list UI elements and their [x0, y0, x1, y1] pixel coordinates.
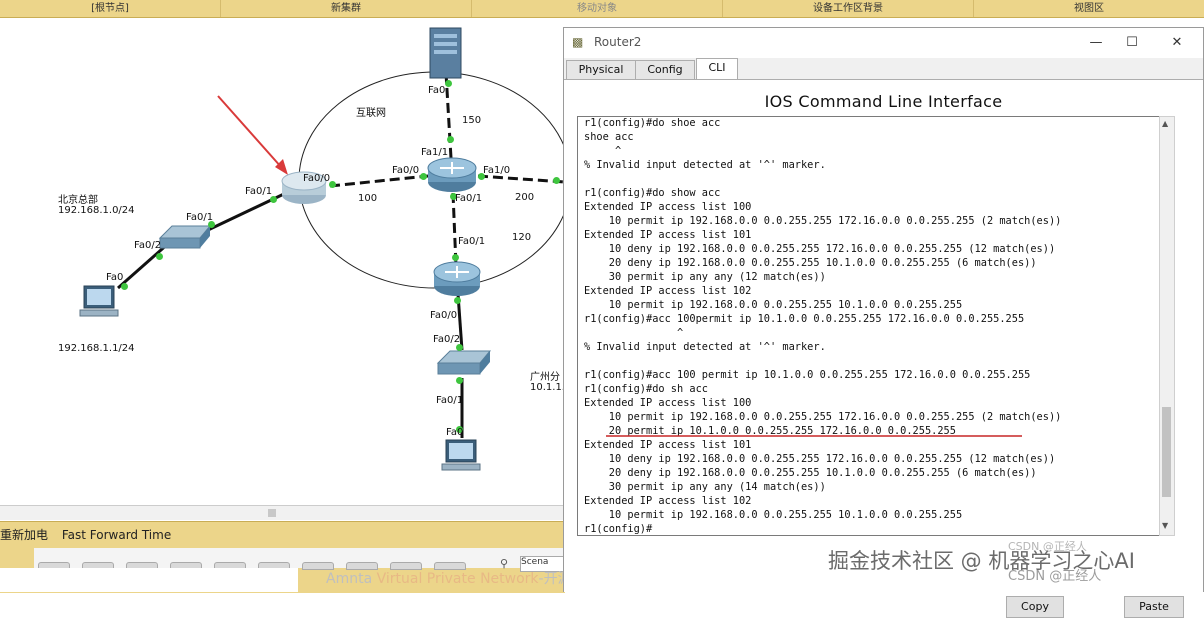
vpn-banner-a: Amnta [326, 571, 377, 587]
vpn-banner-b: Virtual Private Network [376, 571, 539, 587]
router2-window[interactable]: ▩ Router2 — ☐ ✕ Physical Config CLI IOS … [563, 27, 1204, 618]
power-cycle-button[interactable]: 重新加电 [0, 528, 48, 542]
port-label: Fa0 [106, 272, 124, 283]
port-label: Fa0/2 [433, 334, 461, 345]
server-icon [429, 27, 462, 79]
cli-heading: IOS Command Line Interface [764, 92, 1003, 111]
topology-drawing [79, 27, 565, 471]
annotation-arrow-line [217, 95, 283, 169]
port-label: Fa0/1 [436, 395, 464, 406]
link-light [420, 173, 427, 180]
window-title: Router2 [594, 35, 642, 49]
switch-gz-icon [436, 350, 492, 375]
port-label: Fa0/0 [392, 165, 420, 176]
port-label: Fa0/1 [186, 212, 214, 223]
link-light [156, 253, 163, 260]
device-type-tray [34, 548, 564, 570]
port-label: Fa0 [428, 85, 446, 96]
paste-button[interactable]: Paste [1124, 596, 1184, 618]
link-light [447, 136, 454, 143]
close-button[interactable]: ✕ [1162, 33, 1192, 53]
copy-button[interactable]: Copy [1006, 596, 1064, 618]
link-light [121, 283, 128, 290]
cloud-label: 互联网 [356, 108, 386, 119]
link-light [445, 80, 452, 87]
link-light [452, 254, 459, 261]
cli-vertical-scrollbar[interactable]: ▲ ▼ [1159, 116, 1175, 536]
switch-bj-icon [158, 225, 212, 249]
gz-site-subnet: 10.1.1. [530, 382, 565, 393]
port-label: Fa0/2 [134, 240, 162, 251]
viewport-button[interactable]: 视图区 [974, 0, 1204, 17]
pc-bj-icon [79, 285, 119, 317]
device-background-button[interactable]: 设备工作区背景 [723, 0, 974, 17]
red-underline-annotation [606, 435, 1022, 437]
workspace-toolbar: [根节点] 新集群 移动对象 设备工作区背景 视图区 [0, 0, 1204, 18]
link-cost-label: 200 [515, 192, 535, 203]
tab-cli[interactable]: CLI [696, 58, 738, 81]
new-cluster-button[interactable]: 新集群 [221, 0, 472, 17]
root-node-button[interactable]: [根节点] [0, 0, 221, 17]
link-light [553, 177, 560, 184]
cli-terminal[interactable]: r1(config)#do shoe acc shoe acc ^% Invali… [577, 116, 1173, 536]
port-label: Fa1/1 [421, 147, 449, 158]
port-label: Fa0/1 [455, 193, 483, 204]
port-label: Fa0 [446, 427, 464, 438]
maximize-button[interactable]: ☐ [1117, 33, 1147, 53]
port-label: Fa0/1 [245, 186, 273, 197]
pc-gz-icon [441, 439, 481, 471]
port-label: Fa1/0 [483, 165, 511, 176]
fast-forward-button[interactable]: Fast Forward Time [62, 528, 171, 542]
scroll-down-icon[interactable]: ▼ [1162, 521, 1168, 530]
router-core-icon [427, 157, 477, 192]
bj-site-subnet: 192.168.1.0/24 [58, 205, 135, 216]
link-light [456, 377, 463, 384]
tab-physical[interactable]: Physical [566, 60, 636, 80]
port-label: Fa0/1 [458, 236, 486, 247]
tab-config[interactable]: Config [635, 60, 695, 80]
vpn-banner: Amnta Virtual Private Network-开源 [326, 568, 572, 588]
port-label: Fa0/0 [303, 173, 331, 184]
scroll-up-icon[interactable]: ▲ [1162, 119, 1168, 128]
link-cost-label: 100 [358, 193, 378, 204]
cli-panel: IOS Command Line Interface r1(config)#do… [564, 79, 1203, 618]
window-titlebar[interactable]: ▩ Router2 — ☐ ✕ [564, 28, 1203, 58]
bj-pc-ip: 192.168.1.1/24 [58, 343, 135, 354]
packet-tracer-app-icon: ▩ [572, 35, 584, 49]
link-cost-label: 150 [462, 115, 482, 126]
status-strip [0, 568, 298, 592]
minimize-button[interactable]: — [1081, 33, 1111, 53]
link-light [454, 297, 461, 304]
canvas-horizontal-scrollbar[interactable] [0, 505, 565, 520]
bj-site-name: 北京总部 [58, 195, 98, 206]
link-light [456, 344, 463, 351]
link-light [270, 196, 277, 203]
link-cost-label: 120 [512, 232, 532, 243]
gz-site-name: 广州分 [530, 372, 560, 383]
move-object-button[interactable]: 移动对象 [472, 0, 723, 17]
scrollbar-thumb[interactable] [1162, 407, 1171, 497]
link-r1-core [329, 174, 429, 188]
router-gz-icon [433, 261, 481, 296]
link-core-right [477, 174, 565, 184]
scrollbar-thumb[interactable] [268, 509, 276, 517]
csdn-watermark-bottom: CSDN @正经人 [1008, 569, 1102, 584]
port-label: Fa0/0 [430, 310, 458, 321]
time-controls: 重新加电 Fast Forward Time [0, 526, 181, 543]
